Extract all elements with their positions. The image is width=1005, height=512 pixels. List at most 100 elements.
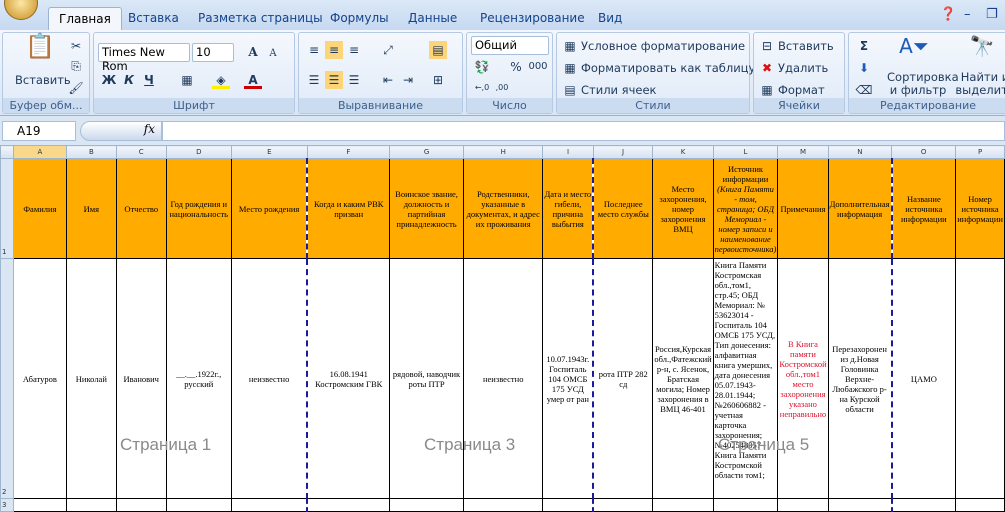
borders-icon[interactable]: ▦ — [178, 71, 196, 89]
header-cell[interactable]: Последнее место службы — [592, 158, 654, 259]
help-icon[interactable]: ❓ — [940, 7, 956, 22]
tab-formulas[interactable]: Формулы — [320, 7, 399, 30]
data-cell[interactable]: 10.07.1943г. Госпиталь 104 ОМСБ 175 УСД … — [542, 258, 594, 499]
office-button[interactable] — [4, 0, 38, 20]
cut-icon[interactable]: ✂ — [67, 37, 85, 55]
data-cell[interactable]: __.__.1922г., русский — [165, 258, 232, 499]
column-header[interactable]: J — [592, 145, 654, 159]
data-cell[interactable] — [463, 498, 544, 512]
data-cell[interactable] — [652, 498, 714, 512]
data-cell[interactable] — [890, 498, 957, 512]
data-cell[interactable] — [115, 498, 167, 512]
column-header[interactable]: L — [712, 145, 779, 159]
column-header[interactable]: K — [652, 145, 714, 159]
align-left-icon[interactable]: ☰ — [305, 71, 323, 89]
paste-button[interactable]: Вставить — [15, 73, 71, 87]
tab-view[interactable]: Вид — [588, 7, 632, 30]
data-cell[interactable]: рядовой, наводчик роты ПТР — [389, 258, 465, 499]
data-cell[interactable] — [12, 498, 67, 512]
decrease-indent-icon[interactable]: ⇤ — [379, 71, 397, 89]
select-all-corner[interactable] — [0, 145, 14, 159]
header-cell[interactable]: Примечания — [777, 158, 829, 259]
data-cell[interactable] — [827, 498, 893, 512]
data-cell[interactable]: Книга Памяти Костромская обл.,том1, стр.… — [712, 258, 779, 499]
data-cell[interactable]: неизвестно — [463, 258, 544, 499]
header-cell[interactable]: Дата и место гибели, причина выбытия — [542, 158, 594, 259]
merge-cells-icon[interactable]: ⊞ — [429, 71, 447, 89]
column-header[interactable]: I — [542, 145, 594, 159]
data-cell[interactable]: В Книга памяти Костромской обл.,том1 мес… — [777, 258, 829, 499]
fill-color-icon[interactable]: ◈ — [212, 71, 230, 89]
data-cell[interactable] — [65, 498, 117, 512]
thousands-button[interactable]: 000 — [527, 58, 549, 76]
percent-button[interactable]: % — [507, 58, 525, 76]
font-color-icon[interactable]: A — [244, 71, 262, 89]
format-as-table-button[interactable]: Форматировать как таблицу — [581, 61, 755, 75]
wrap-text-icon[interactable]: ▤ — [429, 41, 447, 59]
header-cell[interactable]: Дополнительная информация — [827, 158, 893, 259]
grow-font-icon[interactable]: A — [244, 43, 262, 61]
column-header[interactable]: C — [115, 145, 167, 159]
row-header[interactable]: 3 — [0, 498, 14, 512]
align-top-icon[interactable]: ≡ — [305, 41, 323, 59]
bold-button[interactable]: Ж — [100, 71, 118, 89]
conditional-formatting-button[interactable]: Условное форматирование — [581, 39, 745, 53]
cell-styles-button[interactable]: Стили ячеек — [581, 83, 657, 97]
data-cell[interactable] — [955, 258, 1005, 499]
name-box[interactable]: A19 — [2, 121, 76, 141]
data-cell[interactable] — [592, 498, 654, 512]
header-cell[interactable]: Имя — [65, 158, 117, 259]
tab-page-layout[interactable]: Разметка страницы — [188, 7, 333, 30]
tab-insert[interactable]: Вставка — [118, 7, 189, 30]
header-cell[interactable]: Год рождения и национальность — [165, 158, 232, 259]
restore-icon[interactable]: ❐ — [986, 7, 998, 22]
orientation-icon[interactable]: ⤢ — [379, 41, 397, 59]
header-cell[interactable]: Номер источника информации — [955, 158, 1005, 259]
delete-cells-button[interactable]: Удалить — [778, 61, 828, 75]
header-cell[interactable]: Отчество — [115, 158, 167, 259]
data-cell[interactable] — [230, 498, 308, 512]
data-cell[interactable]: ЦАМО — [890, 258, 957, 499]
header-cell[interactable]: Родственники, указанные в документах, и … — [463, 158, 544, 259]
header-cell[interactable]: Место захоронения, номер захоронения ВМЦ — [652, 158, 714, 259]
column-header[interactable]: M — [777, 145, 829, 159]
decrease-decimal-icon[interactable]: ,00 — [493, 79, 511, 97]
tab-review[interactable]: Рецензирование — [470, 7, 595, 30]
align-bottom-icon[interactable]: ≡ — [345, 41, 363, 59]
row-header[interactable]: 1 — [0, 158, 14, 259]
increase-decimal-icon[interactable]: ←,0 — [473, 79, 491, 97]
header-cell[interactable]: Название источника информации — [890, 158, 957, 259]
column-header[interactable]: E — [230, 145, 308, 159]
data-cell[interactable]: неизвестно — [230, 258, 308, 499]
shrink-font-icon[interactable]: A — [264, 45, 282, 63]
align-right-icon[interactable]: ☰ — [345, 71, 363, 89]
header-cell[interactable]: Фамилия — [12, 158, 67, 259]
data-cell[interactable]: 16.08.1941 Костромским ГВК — [306, 258, 391, 499]
align-middle-icon[interactable]: ≡ — [325, 41, 343, 59]
font-name-select[interactable]: Times New Rom — [98, 43, 190, 73]
data-cell[interactable] — [165, 498, 232, 512]
header-cell[interactable]: Воинское звание, должность и партийная п… — [389, 158, 465, 259]
data-cell[interactable]: Николай — [65, 258, 117, 499]
insert-cells-button[interactable]: Вставить — [778, 39, 834, 53]
data-cell[interactable]: Россия,Курская обл.,Фатежский р-н, с. Яс… — [652, 258, 714, 499]
paste-icon[interactable]: 📋 — [25, 34, 55, 67]
tab-data[interactable]: Данные — [398, 7, 467, 30]
column-header[interactable]: F — [306, 145, 391, 159]
header-cell[interactable]: Место рождения — [230, 158, 308, 259]
format-cells-button[interactable]: Формат — [778, 83, 825, 97]
sort-filter-button[interactable]: Сортировка и фильтр — [887, 71, 959, 97]
data-cell[interactable] — [955, 498, 1005, 512]
column-header[interactable]: A — [12, 145, 67, 159]
italic-button[interactable]: К — [120, 71, 138, 89]
data-cell[interactable] — [777, 498, 829, 512]
clear-icon[interactable]: ⌫ — [855, 81, 873, 99]
column-header[interactable]: P — [955, 145, 1005, 159]
data-cell[interactable]: Абатуров — [12, 258, 67, 499]
format-painter-icon[interactable]: 🖌 — [67, 79, 85, 97]
currency-icon[interactable]: 💱 — [473, 58, 491, 76]
column-header[interactable]: O — [891, 145, 957, 159]
data-cell[interactable]: Иванович — [115, 258, 167, 499]
formula-input[interactable] — [162, 121, 1005, 141]
column-header[interactable]: G — [389, 145, 465, 159]
